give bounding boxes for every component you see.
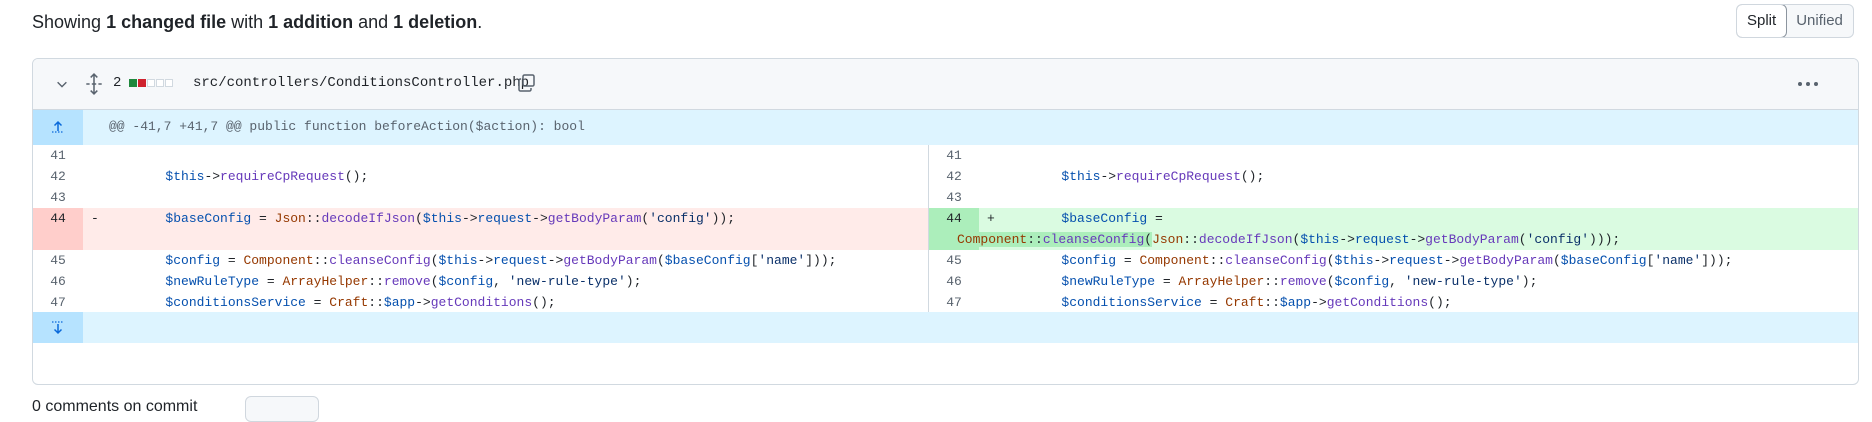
diff-row: 43 43 bbox=[33, 187, 1858, 208]
line-number[interactable]: 47 bbox=[929, 292, 979, 313]
diff-view-toggle: Split Unified bbox=[1736, 4, 1854, 38]
diff-row: 45 $config = Component::cleanseConfig($t… bbox=[33, 250, 1858, 271]
comments-heading: 0 comments on commit bbox=[32, 398, 198, 415]
split-view-button[interactable]: Split bbox=[1736, 5, 1788, 37]
added-line: 44 + $baseConfig = Component::cleanseCon… bbox=[928, 208, 1858, 250]
diffstat-neutral-block bbox=[147, 79, 155, 87]
diffstat-del-block bbox=[138, 79, 146, 87]
summary-changed-files: 1 changed file bbox=[106, 12, 227, 32]
line-number[interactable]: 44 bbox=[33, 208, 83, 250]
line-number[interactable]: 45 bbox=[929, 250, 979, 271]
addition-marker: + bbox=[987, 211, 995, 226]
hunk-footer bbox=[33, 312, 1858, 343]
line-number[interactable]: 42 bbox=[33, 166, 83, 187]
kebab-horizontal-icon[interactable] bbox=[1797, 77, 1819, 91]
code-line: $config = Component::cleanseConfig($this… bbox=[1061, 253, 1733, 268]
summary-prefix: Showing bbox=[32, 12, 107, 32]
commit-sha-badge[interactable] bbox=[245, 396, 319, 422]
diff-rows: 41 41 42 $this->requireCpRequest(); 42 $… bbox=[33, 145, 1858, 313]
unified-view-button[interactable]: Unified bbox=[1786, 5, 1853, 37]
diffstat bbox=[129, 79, 173, 87]
file-path-link[interactable]: src/controllers/ConditionsController.php bbox=[193, 75, 529, 91]
code-line: $newRuleType = ArrayHelper::remove($conf… bbox=[165, 274, 642, 289]
diff-row-changed: 44 - $baseConfig = Json::decodeIfJson($t… bbox=[33, 208, 1858, 250]
change-count: 2 bbox=[113, 75, 122, 91]
diff-summary: Showing 1 changed file with 1 addition a… bbox=[32, 10, 482, 34]
summary-and: and bbox=[353, 12, 394, 32]
diff-row: 42 $this->requireCpRequest(); 42 $this->… bbox=[33, 166, 1858, 187]
summary-additions: 1 addition bbox=[268, 12, 354, 32]
deletion-marker: - bbox=[91, 211, 99, 226]
code-line: $this->requireCpRequest(); bbox=[1061, 169, 1265, 184]
line-number[interactable]: 47 bbox=[33, 292, 83, 313]
code-line: $this->requireCpRequest(); bbox=[165, 169, 369, 184]
summary-with: with bbox=[226, 12, 269, 32]
code-line: $baseConfig = Json::decodeIfJson($this->… bbox=[165, 211, 736, 226]
expand-down-button[interactable] bbox=[33, 312, 83, 343]
line-number[interactable]: 41 bbox=[33, 145, 83, 166]
diff-row: 41 41 bbox=[33, 145, 1858, 166]
fold-down-icon bbox=[52, 321, 64, 335]
diffstat-neutral-block bbox=[165, 79, 173, 87]
line-number[interactable]: 43 bbox=[929, 187, 979, 208]
hunk-header: @@ -41,7 +41,7 @@ public function before… bbox=[33, 110, 1858, 145]
diff-row: 47 $conditionsService = Craft::$app->get… bbox=[33, 292, 1858, 313]
diffstat-add-block bbox=[129, 79, 137, 87]
chevron-down-icon[interactable] bbox=[55, 77, 69, 91]
summary-deletions: 1 deletion bbox=[393, 12, 478, 32]
diff-row: 46 $newRuleType = ArrayHelper::remove($c… bbox=[33, 271, 1858, 292]
code-line: $config = Component::cleanseConfig($this… bbox=[165, 253, 837, 268]
code-line-wrapped: Component::cleanseConfig(Json::decodeIfJ… bbox=[957, 232, 1621, 247]
summary-suffix: . bbox=[477, 12, 483, 32]
code-line: $conditionsService = Craft::$app->getCon… bbox=[1061, 295, 1452, 310]
unfold-icon[interactable] bbox=[85, 73, 103, 95]
code-line: $newRuleType = ArrayHelper::remove($conf… bbox=[1061, 274, 1538, 289]
code-line: $baseConfig = bbox=[1061, 211, 1163, 226]
line-number[interactable]: 46 bbox=[929, 271, 979, 292]
expand-up-button[interactable] bbox=[33, 110, 83, 145]
deleted-line: 44 - $baseConfig = Json::decodeIfJson($t… bbox=[33, 208, 928, 250]
diffstat-neutral-block bbox=[156, 79, 164, 87]
line-number[interactable]: 41 bbox=[929, 145, 979, 166]
copy-icon[interactable] bbox=[517, 73, 537, 93]
file-header: 2 src/controllers/ConditionsController.p… bbox=[33, 59, 1858, 110]
line-number[interactable]: 45 bbox=[33, 250, 83, 271]
hunk-header-text: @@ -41,7 +41,7 @@ public function before… bbox=[109, 119, 585, 134]
line-number[interactable]: 43 bbox=[33, 187, 83, 208]
line-number[interactable]: 46 bbox=[33, 271, 83, 292]
file-diff: 2 src/controllers/ConditionsController.p… bbox=[32, 58, 1859, 385]
code-line: $conditionsService = Craft::$app->getCon… bbox=[165, 295, 556, 310]
fold-up-icon bbox=[52, 120, 64, 133]
line-number[interactable]: 42 bbox=[929, 166, 979, 187]
